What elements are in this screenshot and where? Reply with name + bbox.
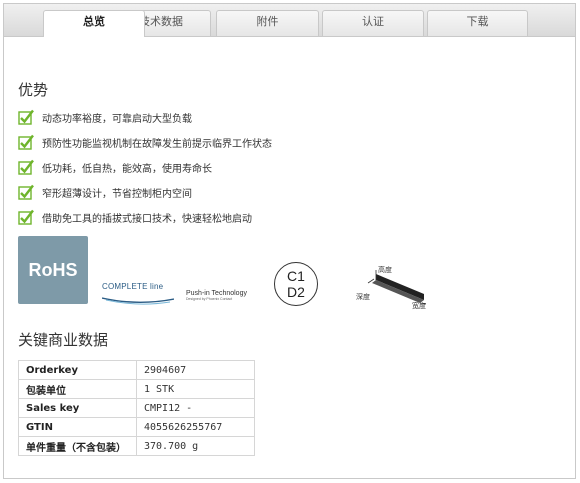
complete-line-text: COMPLETE line	[102, 282, 164, 291]
list-item: 预防性功能监视机制在故障发生前提示临界工作状态	[18, 133, 272, 151]
advantage-text: 低功耗，低自热，能效高，使用寿命长	[42, 163, 212, 175]
certification-logos: RoHS COMPLETE line Push-in Technology De…	[18, 234, 438, 310]
complete-line-swoosh-icon	[101, 297, 175, 305]
row-key: GTIN	[18, 417, 137, 437]
checkbox-checked-icon	[18, 209, 34, 225]
product-panel: 总览 技术数据 附件 认证 下载 优势 动态功率裕度，可靠启动大型负载 预防性功…	[3, 3, 576, 479]
commercial-data-table: Orderkey 2904607 包装单位 1 STK Sales key CM…	[18, 360, 255, 456]
table-row: Orderkey 2904607	[18, 360, 255, 380]
push-in-subtext: Designed by Phoenix Contact	[186, 297, 233, 301]
push-in-technology-logo: Push-in Technology Designed by Phoenix C…	[186, 290, 266, 306]
row-value: 1 STK	[136, 379, 255, 399]
checkbox-checked-icon	[18, 109, 34, 125]
row-key: 单件重量（不含包装）	[18, 436, 137, 456]
checkbox-checked-icon	[18, 134, 34, 150]
push-in-text: Push-in Technology	[186, 290, 247, 297]
advantage-text: 动态功率裕度，可靠启动大型负载	[42, 113, 192, 125]
advantages-title: 优势	[18, 81, 49, 99]
table-row: 包装单位 1 STK	[18, 379, 255, 399]
dimensions-diagram: 高度 深度 宽度	[354, 264, 434, 310]
rohs-logo: RoHS	[18, 236, 88, 304]
depth-label: 深度	[356, 293, 370, 301]
advantage-text: 预防性功能监视机制在故障发生前提示临界工作状态	[42, 138, 272, 150]
advantage-text: 窄形超薄设计，节省控制柜内空间	[42, 188, 192, 200]
row-key: Sales key	[18, 398, 137, 418]
table-row: Sales key CMPI12 -	[18, 398, 255, 418]
c1-label: C1	[287, 268, 305, 284]
tab-downloads[interactable]: 下载	[427, 10, 528, 36]
row-value: 370.700 g	[136, 436, 255, 456]
tab-accessories[interactable]: 附件	[216, 10, 319, 36]
width-label: 宽度	[412, 302, 426, 310]
c1d2-class-icon: C1 D2	[274, 262, 318, 306]
advantage-text: 借助免工具的插拔式接口技术，快速轻松地启动	[42, 213, 252, 225]
row-key: Orderkey	[18, 360, 137, 380]
checkbox-checked-icon	[18, 184, 34, 200]
list-item: 低功耗，低自热，能效高，使用寿命长	[18, 158, 212, 176]
tab-approvals[interactable]: 认证	[322, 10, 424, 36]
checkbox-checked-icon	[18, 159, 34, 175]
tab-bar: 总览 技术数据 附件 认证 下载	[4, 4, 575, 37]
list-item: 动态功率裕度，可靠启动大型负载	[18, 108, 192, 126]
height-label: 高度	[378, 266, 392, 274]
list-item: 借助免工具的插拔式接口技术，快速轻松地启动	[18, 208, 252, 226]
table-row: GTIN 4055626255767	[18, 417, 255, 437]
row-value: 4055626255767	[136, 417, 255, 437]
list-item: 窄形超薄设计，节省控制柜内空间	[18, 183, 192, 201]
commercial-data-title: 关键商业数据	[18, 331, 109, 349]
d2-label: D2	[287, 284, 305, 300]
complete-line-logo: COMPLETE line	[101, 282, 175, 305]
row-value: CMPI12 -	[136, 398, 255, 418]
table-row: 单件重量（不含包装） 370.700 g	[18, 436, 255, 456]
tab-overview[interactable]: 总览	[43, 10, 145, 37]
row-value: 2904607	[136, 360, 255, 380]
row-key: 包装单位	[18, 379, 137, 399]
